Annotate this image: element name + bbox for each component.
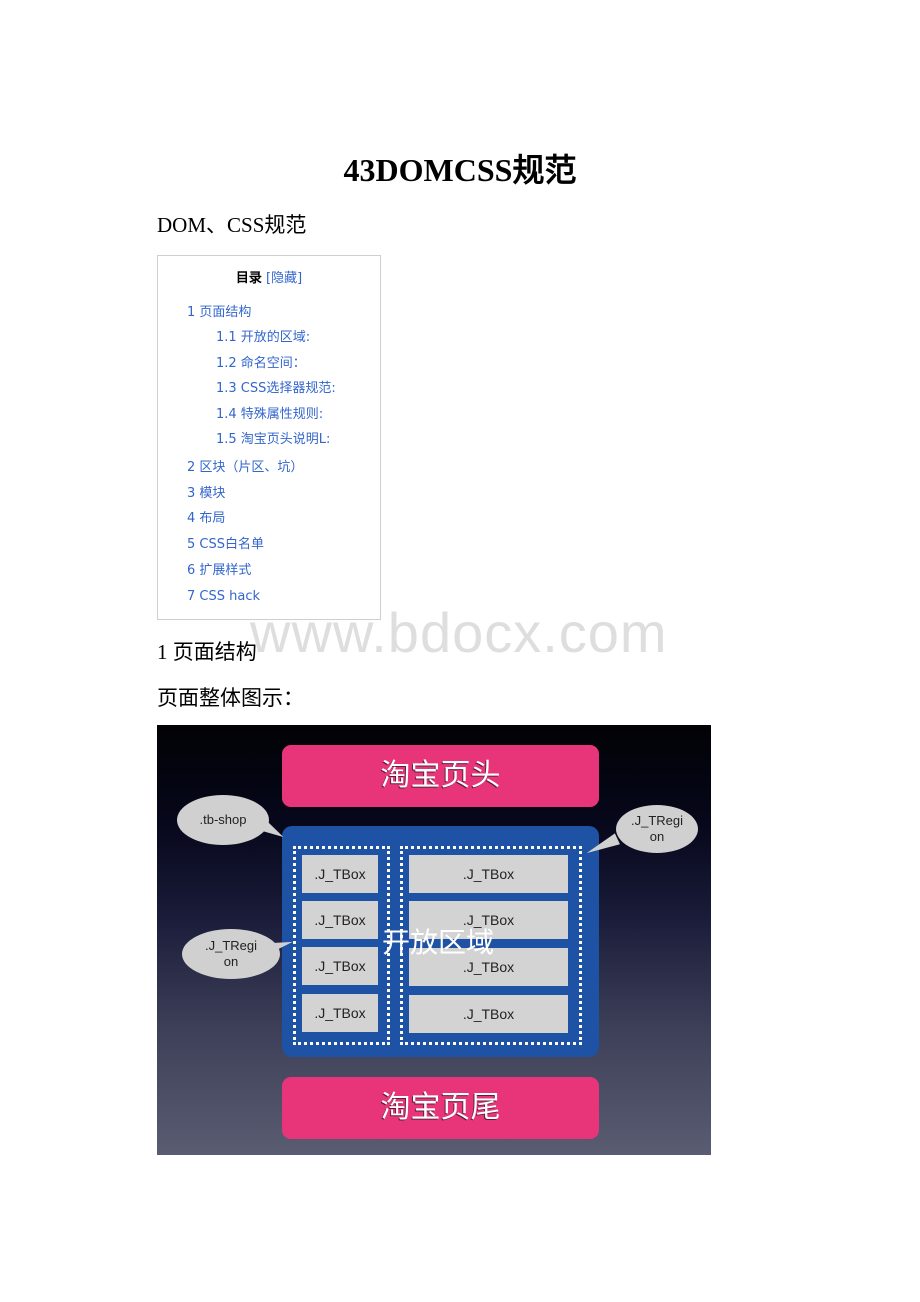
toc-heading: 目录 (235, 271, 262, 286)
toc-item[interactable]: 4 布局 (187, 510, 225, 528)
page-structure-diagram: 淘宝页头 .J_TBox .J_TBox .J_TBox .J_TBox .J_… (157, 725, 711, 1155)
open-area-block: .J_TBox .J_TBox .J_TBox .J_TBox .J_TBox … (282, 826, 599, 1057)
callout-right-region: .J_TRegi on (616, 805, 698, 853)
document-subtitle: DOM、CSS规范 (157, 213, 307, 237)
toc-item[interactable]: 1.2 命名空间： (216, 355, 306, 373)
callout-left-region: .J_TRegi on (182, 929, 280, 979)
section-heading: 1 页面结构 (157, 640, 257, 664)
toc-header: 目录 [隐藏] (158, 270, 380, 288)
tbox: .J_TBox (409, 855, 568, 893)
taobao-footer-block: 淘宝页尾 (282, 1077, 599, 1139)
toc-item[interactable]: 1.1 开放的区域: (216, 329, 310, 347)
tbox: .J_TBox (409, 995, 568, 1033)
tbox: .J_TBox (302, 947, 378, 985)
left-region: .J_TBox .J_TBox .J_TBox .J_TBox (293, 846, 390, 1045)
callout-tb-shop: .tb-shop (177, 795, 269, 845)
section-description: 页面整体图示： (157, 686, 304, 710)
toc-toggle-link[interactable]: [隐藏] (266, 271, 302, 286)
callout-text: on (649, 829, 665, 844)
toc-item[interactable]: 1.4 特殊属性规则: (216, 406, 323, 424)
toc-item[interactable]: 1.3 CSS选择器规范: (216, 380, 336, 398)
tbox: .J_TBox (302, 994, 378, 1032)
callout-text: .J_TRegi (630, 813, 684, 828)
toc-item[interactable]: 2 区块（片区、坑） (187, 459, 303, 477)
callout-text: .J_TRegi (204, 938, 258, 953)
watermark: www.bdocx.com (250, 601, 668, 664)
tbox: .J_TBox (302, 855, 378, 893)
tbox: .J_TBox (302, 901, 378, 939)
callout-text: .tb-shop (199, 812, 247, 827)
toc-item[interactable]: 5 CSS白名单 (187, 536, 264, 554)
toc-item[interactable]: 1 页面结构 (187, 304, 251, 322)
toc-item[interactable]: 1.5 淘宝页头说明L: (216, 431, 330, 449)
callout-text: on (223, 954, 239, 969)
document-title: 43DOMCSS规范 (343, 152, 577, 188)
toc-item[interactable]: 6 扩展样式 (187, 562, 251, 580)
table-of-contents: 目录 [隐藏] 1 页面结构 1.1 开放的区域: 1.2 命名空间： 1.3 … (157, 255, 381, 620)
toc-item[interactable]: 3 模块 (187, 485, 225, 503)
open-area-label: 开放区域 (382, 926, 495, 959)
taobao-header-block: 淘宝页头 (282, 745, 599, 807)
